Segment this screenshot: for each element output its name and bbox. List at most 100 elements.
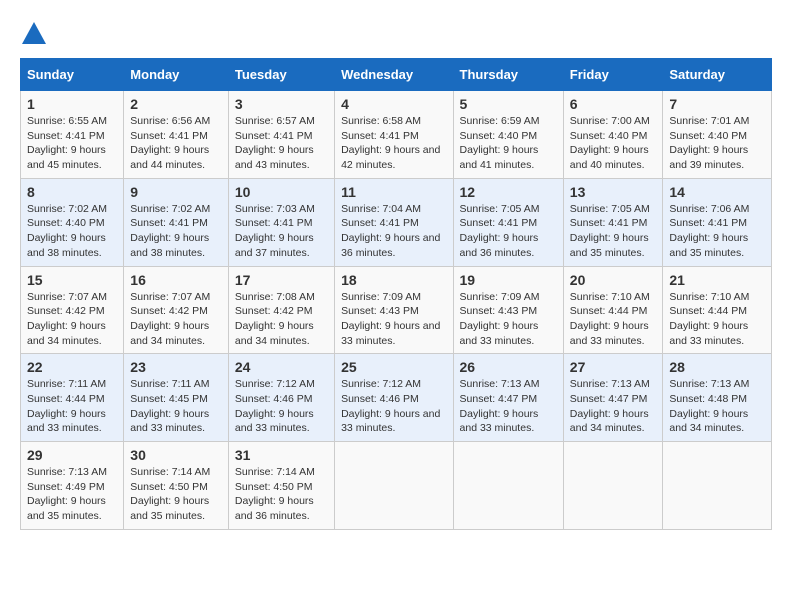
calendar-cell: 24 Sunrise: 7:12 AM Sunset: 4:46 PM Dayl… bbox=[228, 354, 334, 442]
day-info: Sunrise: 7:01 AM Sunset: 4:40 PM Dayligh… bbox=[669, 114, 765, 173]
calendar-cell: 17 Sunrise: 7:08 AM Sunset: 4:42 PM Dayl… bbox=[228, 266, 334, 354]
calendar-week-3: 15 Sunrise: 7:07 AM Sunset: 4:42 PM Dayl… bbox=[21, 266, 772, 354]
day-number: 14 bbox=[669, 184, 765, 200]
day-info: Sunrise: 7:08 AM Sunset: 4:42 PM Dayligh… bbox=[235, 290, 328, 349]
day-info: Sunrise: 7:02 AM Sunset: 4:40 PM Dayligh… bbox=[27, 202, 117, 261]
calendar-cell: 31 Sunrise: 7:14 AM Sunset: 4:50 PM Dayl… bbox=[228, 442, 334, 530]
day-info: Sunrise: 7:02 AM Sunset: 4:41 PM Dayligh… bbox=[130, 202, 222, 261]
day-info: Sunrise: 7:07 AM Sunset: 4:42 PM Dayligh… bbox=[27, 290, 117, 349]
calendar-cell: 11 Sunrise: 7:04 AM Sunset: 4:41 PM Dayl… bbox=[335, 178, 453, 266]
day-number: 16 bbox=[130, 272, 222, 288]
day-info: Sunrise: 7:11 AM Sunset: 4:44 PM Dayligh… bbox=[27, 377, 117, 436]
day-number: 29 bbox=[27, 447, 117, 463]
calendar-cell: 4 Sunrise: 6:58 AM Sunset: 4:41 PM Dayli… bbox=[335, 91, 453, 179]
calendar-cell: 25 Sunrise: 7:12 AM Sunset: 4:46 PM Dayl… bbox=[335, 354, 453, 442]
day-info: Sunrise: 7:12 AM Sunset: 4:46 PM Dayligh… bbox=[341, 377, 446, 436]
calendar-cell: 18 Sunrise: 7:09 AM Sunset: 4:43 PM Dayl… bbox=[335, 266, 453, 354]
day-info: Sunrise: 7:11 AM Sunset: 4:45 PM Dayligh… bbox=[130, 377, 222, 436]
day-number: 30 bbox=[130, 447, 222, 463]
day-number: 15 bbox=[27, 272, 117, 288]
day-info: Sunrise: 7:14 AM Sunset: 4:50 PM Dayligh… bbox=[235, 465, 328, 524]
day-number: 7 bbox=[669, 96, 765, 112]
calendar-cell: 22 Sunrise: 7:11 AM Sunset: 4:44 PM Dayl… bbox=[21, 354, 124, 442]
day-info: Sunrise: 6:55 AM Sunset: 4:41 PM Dayligh… bbox=[27, 114, 117, 173]
day-number: 10 bbox=[235, 184, 328, 200]
day-number: 12 bbox=[460, 184, 557, 200]
calendar-cell: 14 Sunrise: 7:06 AM Sunset: 4:41 PM Dayl… bbox=[663, 178, 772, 266]
day-number: 4 bbox=[341, 96, 446, 112]
day-number: 27 bbox=[570, 359, 657, 375]
day-number: 8 bbox=[27, 184, 117, 200]
day-info: Sunrise: 7:13 AM Sunset: 4:49 PM Dayligh… bbox=[27, 465, 117, 524]
day-info: Sunrise: 7:09 AM Sunset: 4:43 PM Dayligh… bbox=[460, 290, 557, 349]
calendar-cell: 16 Sunrise: 7:07 AM Sunset: 4:42 PM Dayl… bbox=[124, 266, 229, 354]
day-info: Sunrise: 7:10 AM Sunset: 4:44 PM Dayligh… bbox=[669, 290, 765, 349]
day-info: Sunrise: 7:09 AM Sunset: 4:43 PM Dayligh… bbox=[341, 290, 446, 349]
calendar-cell: 15 Sunrise: 7:07 AM Sunset: 4:42 PM Dayl… bbox=[21, 266, 124, 354]
day-info: Sunrise: 6:56 AM Sunset: 4:41 PM Dayligh… bbox=[130, 114, 222, 173]
calendar-cell: 23 Sunrise: 7:11 AM Sunset: 4:45 PM Dayl… bbox=[124, 354, 229, 442]
day-info: Sunrise: 7:00 AM Sunset: 4:40 PM Dayligh… bbox=[570, 114, 657, 173]
calendar-week-5: 29 Sunrise: 7:13 AM Sunset: 4:49 PM Dayl… bbox=[21, 442, 772, 530]
day-number: 28 bbox=[669, 359, 765, 375]
day-number: 2 bbox=[130, 96, 222, 112]
column-header-friday: Friday bbox=[563, 59, 663, 91]
day-number: 23 bbox=[130, 359, 222, 375]
day-info: Sunrise: 7:10 AM Sunset: 4:44 PM Dayligh… bbox=[570, 290, 657, 349]
day-info: Sunrise: 6:57 AM Sunset: 4:41 PM Dayligh… bbox=[235, 114, 328, 173]
day-number: 20 bbox=[570, 272, 657, 288]
calendar-cell: 12 Sunrise: 7:05 AM Sunset: 4:41 PM Dayl… bbox=[453, 178, 563, 266]
calendar-cell: 6 Sunrise: 7:00 AM Sunset: 4:40 PM Dayli… bbox=[563, 91, 663, 179]
day-info: Sunrise: 7:12 AM Sunset: 4:46 PM Dayligh… bbox=[235, 377, 328, 436]
day-number: 31 bbox=[235, 447, 328, 463]
calendar-cell: 3 Sunrise: 6:57 AM Sunset: 4:41 PM Dayli… bbox=[228, 91, 334, 179]
day-info: Sunrise: 7:13 AM Sunset: 4:48 PM Dayligh… bbox=[669, 377, 765, 436]
logo bbox=[20, 20, 52, 48]
day-number: 18 bbox=[341, 272, 446, 288]
day-info: Sunrise: 6:59 AM Sunset: 4:40 PM Dayligh… bbox=[460, 114, 557, 173]
calendar-cell: 19 Sunrise: 7:09 AM Sunset: 4:43 PM Dayl… bbox=[453, 266, 563, 354]
day-number: 24 bbox=[235, 359, 328, 375]
calendar-header-row: SundayMondayTuesdayWednesdayThursdayFrid… bbox=[21, 59, 772, 91]
calendar-cell: 2 Sunrise: 6:56 AM Sunset: 4:41 PM Dayli… bbox=[124, 91, 229, 179]
day-info: Sunrise: 7:13 AM Sunset: 4:47 PM Dayligh… bbox=[460, 377, 557, 436]
day-info: Sunrise: 7:13 AM Sunset: 4:47 PM Dayligh… bbox=[570, 377, 657, 436]
calendar-cell: 7 Sunrise: 7:01 AM Sunset: 4:40 PM Dayli… bbox=[663, 91, 772, 179]
calendar-week-4: 22 Sunrise: 7:11 AM Sunset: 4:44 PM Dayl… bbox=[21, 354, 772, 442]
calendar-cell: 28 Sunrise: 7:13 AM Sunset: 4:48 PM Dayl… bbox=[663, 354, 772, 442]
calendar-cell: 1 Sunrise: 6:55 AM Sunset: 4:41 PM Dayli… bbox=[21, 91, 124, 179]
column-header-thursday: Thursday bbox=[453, 59, 563, 91]
calendar-cell: 5 Sunrise: 6:59 AM Sunset: 4:40 PM Dayli… bbox=[453, 91, 563, 179]
day-number: 5 bbox=[460, 96, 557, 112]
day-info: Sunrise: 7:04 AM Sunset: 4:41 PM Dayligh… bbox=[341, 202, 446, 261]
day-number: 3 bbox=[235, 96, 328, 112]
day-info: Sunrise: 7:06 AM Sunset: 4:41 PM Dayligh… bbox=[669, 202, 765, 261]
day-number: 19 bbox=[460, 272, 557, 288]
day-number: 21 bbox=[669, 272, 765, 288]
day-number: 1 bbox=[27, 96, 117, 112]
day-number: 11 bbox=[341, 184, 446, 200]
day-info: Sunrise: 7:14 AM Sunset: 4:50 PM Dayligh… bbox=[130, 465, 222, 524]
day-info: Sunrise: 7:03 AM Sunset: 4:41 PM Dayligh… bbox=[235, 202, 328, 261]
calendar-cell bbox=[335, 442, 453, 530]
column-header-saturday: Saturday bbox=[663, 59, 772, 91]
calendar-cell: 30 Sunrise: 7:14 AM Sunset: 4:50 PM Dayl… bbox=[124, 442, 229, 530]
calendar-week-2: 8 Sunrise: 7:02 AM Sunset: 4:40 PM Dayli… bbox=[21, 178, 772, 266]
calendar-cell bbox=[563, 442, 663, 530]
day-number: 9 bbox=[130, 184, 222, 200]
calendar-cell bbox=[453, 442, 563, 530]
column-header-sunday: Sunday bbox=[21, 59, 124, 91]
calendar-cell: 10 Sunrise: 7:03 AM Sunset: 4:41 PM Dayl… bbox=[228, 178, 334, 266]
day-number: 22 bbox=[27, 359, 117, 375]
day-info: Sunrise: 6:58 AM Sunset: 4:41 PM Dayligh… bbox=[341, 114, 446, 173]
column-header-tuesday: Tuesday bbox=[228, 59, 334, 91]
day-number: 26 bbox=[460, 359, 557, 375]
column-header-wednesday: Wednesday bbox=[335, 59, 453, 91]
column-header-monday: Monday bbox=[124, 59, 229, 91]
calendar-cell: 9 Sunrise: 7:02 AM Sunset: 4:41 PM Dayli… bbox=[124, 178, 229, 266]
day-number: 13 bbox=[570, 184, 657, 200]
day-info: Sunrise: 7:05 AM Sunset: 4:41 PM Dayligh… bbox=[570, 202, 657, 261]
calendar-cell: 27 Sunrise: 7:13 AM Sunset: 4:47 PM Dayl… bbox=[563, 354, 663, 442]
page-header bbox=[20, 20, 772, 48]
day-number: 17 bbox=[235, 272, 328, 288]
